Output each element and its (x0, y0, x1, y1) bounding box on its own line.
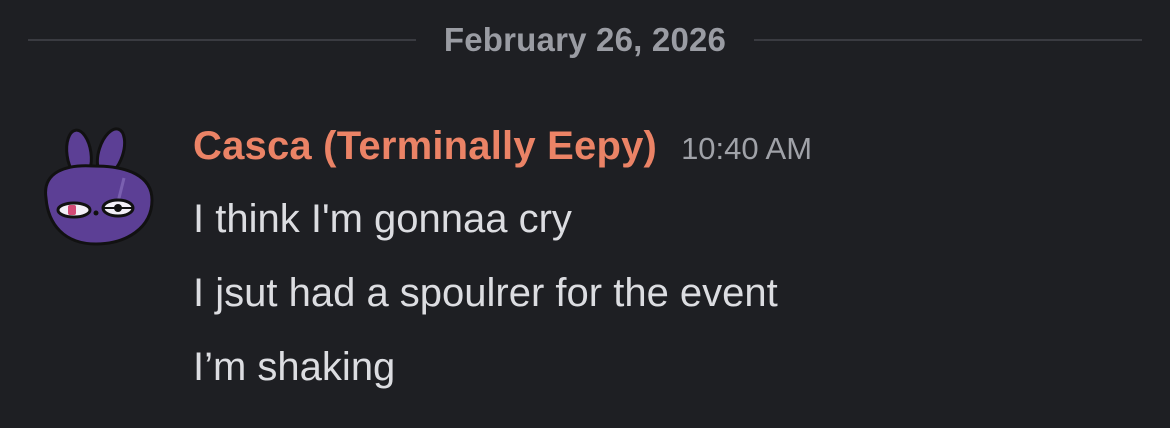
message-line: I think I'm gonnaa cry (193, 197, 572, 241)
message-line: I’m shaking (193, 345, 396, 389)
date-divider-label: February 26, 2026 (443, 21, 727, 58)
purple-bunny-avatar-icon (44, 127, 154, 246)
message-timestamp: 10:40 AM (681, 131, 813, 166)
user-avatar[interactable] (34, 124, 158, 248)
date-divider: February 26, 2026 (28, 18, 1142, 62)
message-content: I think I'm gonnaa cry I jsut had a spou… (193, 188, 778, 410)
divider-line-left (28, 39, 416, 41)
author-name[interactable]: Casca (Terminally Eepy) (193, 124, 657, 169)
message-line: I jsut had a spoulrer for the event (193, 271, 778, 315)
divider-line-right (754, 39, 1142, 41)
message-header: Casca (Terminally Eepy) 10:40 AM (193, 124, 812, 178)
